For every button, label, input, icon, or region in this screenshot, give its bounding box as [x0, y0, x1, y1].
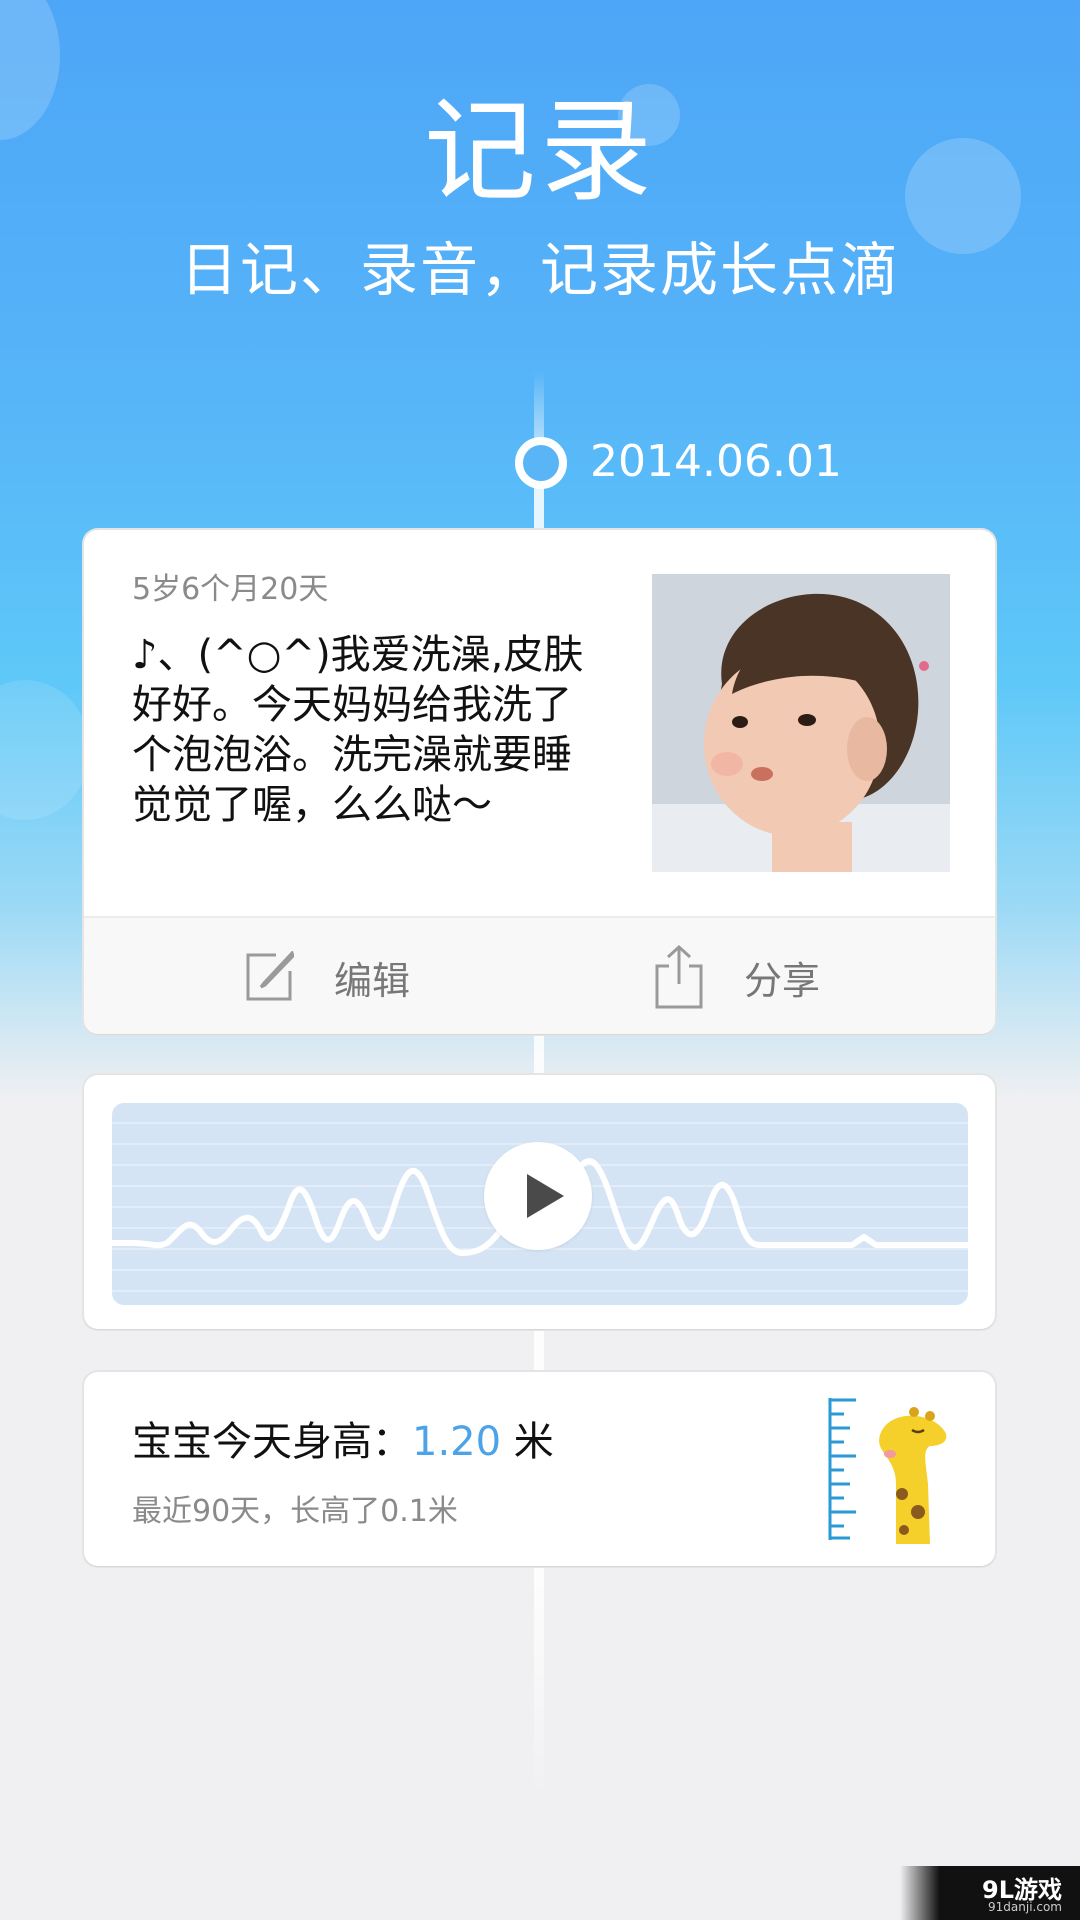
height-value: 1.20 [412, 1419, 502, 1465]
share-label: 分享 [744, 958, 821, 1003]
diary-card[interactable]: 5岁6个月20天 ♪、(^○^)我爱洗澡,皮肤好好。今天妈妈给我洗了个泡泡浴。洗… [84, 530, 995, 1034]
edit-label: 编辑 [334, 958, 411, 1003]
play-button[interactable] [484, 1142, 592, 1250]
height-unit: 米 [513, 1419, 554, 1465]
height-card[interactable]: 宝宝今天身高：1.20 米 最近90天，长高了0.1米 [84, 1372, 995, 1566]
baby-photo-illustration [652, 574, 950, 872]
page-subtitle: 日记、录音，记录成长点滴 [179, 236, 900, 304]
height-note: 最近90天，长高了0.1米 [132, 1494, 458, 1529]
height-line: 宝宝今天身高：1.20 米 [132, 1414, 554, 1470]
timeline-node [515, 437, 567, 489]
share-button[interactable]: 分享 [654, 918, 820, 1034]
play-icon [527, 1174, 564, 1218]
diary-text: ♪、(^○^)我爱洗澡,皮肤好好。今天妈妈给我洗了个泡泡浴。洗完澡就要睡觉觉了喔… [132, 632, 584, 828]
watermark: 9L游戏 91danji.com [900, 1866, 1080, 1920]
share-icon [655, 944, 703, 1009]
diary-photo[interactable] [652, 574, 950, 872]
page-title: 记录 [424, 87, 656, 217]
age-label: 5岁6个月20天 [132, 572, 329, 607]
height-prefix: 宝宝今天身高： [132, 1419, 412, 1465]
giraffe-ruler-icon [828, 1398, 947, 1544]
edit-icon [246, 951, 294, 1001]
timeline-date: 2014.06.01 [590, 436, 842, 487]
diary-actions-bar: 编辑 分享 [84, 916, 995, 1034]
height-unit-spacer [501, 1419, 514, 1465]
watermark-url: 91danji.com [988, 1900, 1062, 1914]
edit-button[interactable]: 编辑 [244, 918, 410, 1034]
